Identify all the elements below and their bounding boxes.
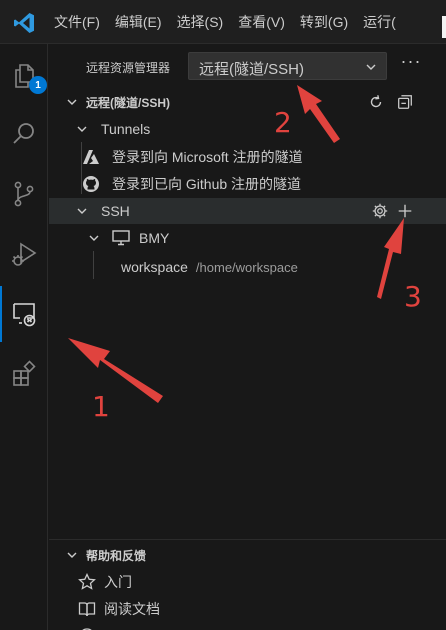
ssh-label: SSH: [101, 203, 130, 219]
tree-item-tunnels[interactable]: Tunnels: [49, 116, 446, 142]
help-title: 帮助和反馈: [86, 548, 147, 563]
tunnel-item-microsoft[interactable]: 登录到向 Microsoft 注册的隧道: [49, 144, 446, 170]
gear-icon: [372, 203, 388, 219]
source-control-icon: [14, 181, 34, 207]
tunnel-item-label: 登录到已向 Github 注册的隧道: [112, 176, 302, 192]
folder-label: workspace: [121, 259, 188, 275]
book-icon: [78, 602, 96, 617]
monitor-icon: [112, 230, 130, 246]
source-control-button[interactable]: [0, 166, 48, 222]
plus-icon: [398, 204, 412, 218]
folder-item-workspace[interactable]: workspace/home/workspace: [49, 254, 446, 280]
ssh-host-bmy[interactable]: BMY: [49, 225, 446, 251]
chevron-down-icon: [89, 235, 99, 241]
help-item-get-started[interactable]: 入门: [49, 569, 446, 595]
help-section-header[interactable]: 帮助和反馈: [49, 542, 446, 568]
remote-section-header[interactable]: 远程(隧道/SSH): [49, 89, 446, 115]
tunnel-item-label: 登录到向 Microsoft 注册的隧道: [112, 149, 303, 165]
menu-edit[interactable]: 编辑(E): [115, 12, 162, 32]
remote-explorer-button[interactable]: [0, 286, 48, 342]
folder-entry: workspace/home/workspace: [121, 259, 298, 275]
star-icon: [78, 573, 96, 590]
refresh-icon: [370, 95, 382, 108]
collapse-all-icon: [398, 95, 412, 109]
annotation-label-3: 3: [404, 280, 422, 313]
panel-divider: [49, 539, 446, 540]
host-label: BMY: [139, 230, 170, 246]
sidebar-header: 远程资源管理器 远程(隧道/SSH) ···: [49, 50, 446, 82]
help-item-label: 阅读文档: [104, 601, 160, 617]
chevron-down-icon: [77, 126, 87, 132]
sidebar-title: 远程资源管理器: [86, 61, 171, 75]
run-debug-button[interactable]: [0, 226, 48, 282]
activity-bar: 1: [0, 44, 48, 630]
annotation-label-1: 1: [92, 390, 110, 423]
extensions-button[interactable]: [0, 346, 48, 402]
menu-selection[interactable]: 选择(S): [177, 12, 224, 32]
tunnel-item-github[interactable]: 登录到已向 Github 注册的隧道: [49, 171, 446, 197]
explorer-badge: 1: [29, 76, 47, 94]
annotation-label-2: 2: [274, 106, 292, 139]
run-debug-icon: [12, 242, 37, 266]
dropdown-value: 远程(隧道/SSH): [199, 61, 305, 78]
configure-ssh-button[interactable]: [370, 201, 390, 221]
remote-explorer-sidebar: 远程资源管理器 远程(隧道/SSH) ··· 远程(隧道/SSH) Tunnel…: [49, 44, 446, 630]
collapse-all-button[interactable]: [395, 92, 415, 112]
chevron-down-icon: [67, 552, 77, 558]
menu-view[interactable]: 查看(V): [238, 12, 285, 32]
tunnels-label: Tunnels: [101, 121, 151, 137]
chevron-down-icon: [77, 208, 87, 214]
tree-item-ssh[interactable]: SSH: [49, 198, 446, 224]
add-ssh-host-button[interactable]: [395, 201, 415, 221]
title-bar-edge: [442, 16, 446, 38]
explorer-button[interactable]: 1: [0, 48, 48, 104]
chevron-down-icon: [67, 99, 77, 105]
menu-run[interactable]: 运行(: [363, 12, 396, 32]
chevron-down-icon: [366, 64, 376, 70]
refresh-button[interactable]: [366, 92, 386, 112]
search-button[interactable]: [0, 106, 48, 162]
help-item-partial[interactable]: [49, 623, 446, 630]
more-actions-icon[interactable]: ···: [399, 52, 423, 78]
extensions-icon: [13, 360, 36, 386]
vscode-logo-icon: [14, 13, 34, 33]
menu-go[interactable]: 转到(G): [300, 12, 348, 32]
github-icon: [83, 176, 99, 192]
azure-icon: [83, 150, 99, 164]
remote-type-dropdown[interactable]: 远程(隧道/SSH): [188, 52, 387, 80]
menu-file[interactable]: 文件(F): [54, 12, 100, 32]
title-bar: 文件(F) 编辑(E) 选择(S) 查看(V) 转到(G) 运行(: [0, 0, 446, 44]
folder-path: /home/workspace: [195, 260, 298, 275]
search-icon: [13, 123, 34, 144]
remote-explorer-icon: [13, 303, 36, 327]
help-item-read-docs[interactable]: 阅读文档: [49, 596, 446, 622]
section-title: 远程(隧道/SSH): [86, 95, 171, 110]
menu-bar: 文件(F) 编辑(E) 选择(S) 查看(V) 转到(G) 运行(: [54, 0, 411, 44]
help-item-label: 入门: [104, 574, 132, 590]
